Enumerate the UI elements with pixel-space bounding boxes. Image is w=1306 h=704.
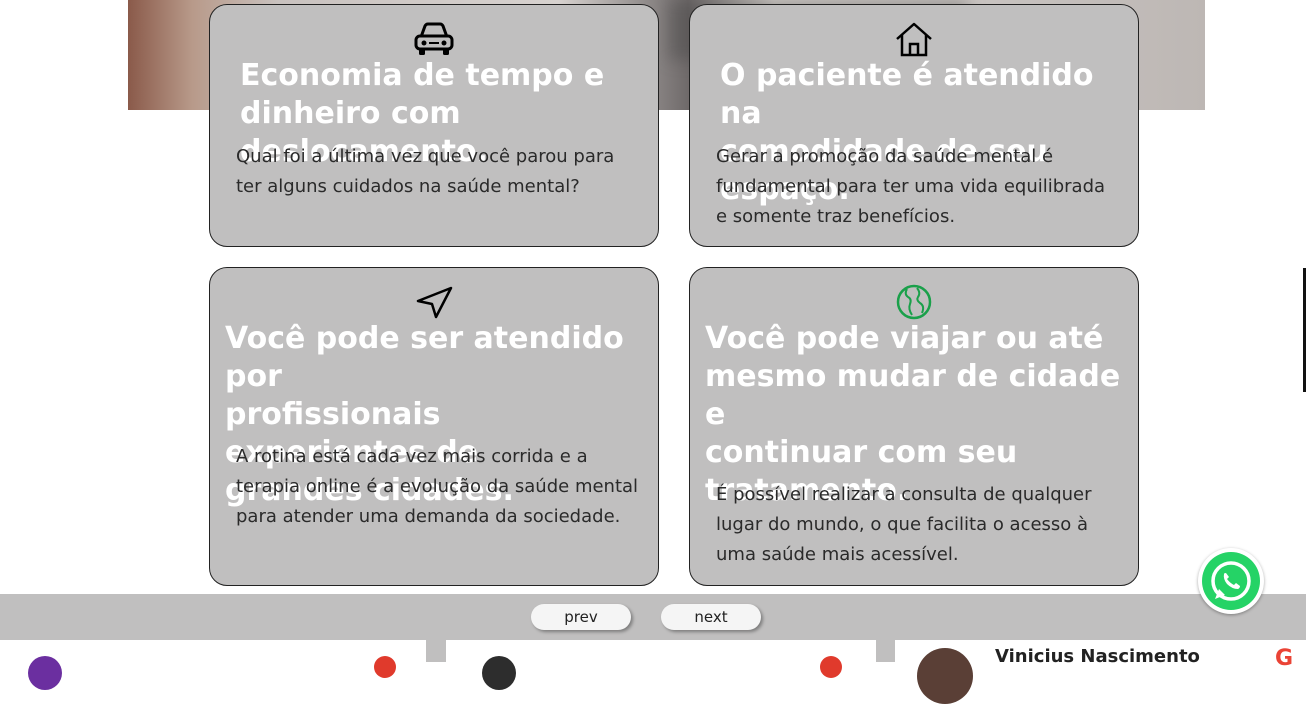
- card-text: A rotina está cada vez mais corrida e a …: [236, 446, 639, 527]
- card-text: Gerar a promoção da saúde mental é funda…: [716, 146, 1106, 227]
- review-card[interactable]: [0, 640, 426, 690]
- whatsapp-icon: [1202, 552, 1260, 610]
- google-logo-icon: [374, 656, 396, 678]
- google-logo-icon: [820, 656, 842, 678]
- review-card[interactable]: [446, 640, 876, 690]
- whatsapp-button[interactable]: [1198, 548, 1264, 614]
- feature-card-travel: Você pode viajar ou até mesmo mudar de c…: [689, 267, 1139, 586]
- home-icon: [892, 19, 936, 59]
- feature-card-home-comfort: O paciente é atendido na comodidade de s…: [689, 4, 1139, 247]
- car-icon: [412, 19, 456, 59]
- google-logo-icon: G: [1275, 646, 1294, 671]
- navigation-arrow-icon: [412, 282, 456, 322]
- avatar: [28, 656, 62, 690]
- review-card[interactable]: Vinicius Nascimento G: [895, 640, 1306, 704]
- card-text: Qual foi a última vez que você parou par…: [236, 146, 615, 197]
- feature-card-professionals: Você pode ser atendido por profissionais…: [209, 267, 659, 586]
- next-button[interactable]: next: [661, 604, 761, 630]
- prev-button[interactable]: prev: [531, 604, 631, 630]
- globe-icon: [892, 282, 936, 322]
- card-text: É possível realizar a consulta de qualqu…: [716, 484, 1092, 565]
- reviewer-name: Vinicius Nascimento: [995, 646, 1200, 667]
- feature-card-time-savings: Economia de tempo e dinheiro com desloca…: [209, 4, 659, 247]
- avatar: [917, 648, 973, 704]
- avatar: [482, 656, 516, 690]
